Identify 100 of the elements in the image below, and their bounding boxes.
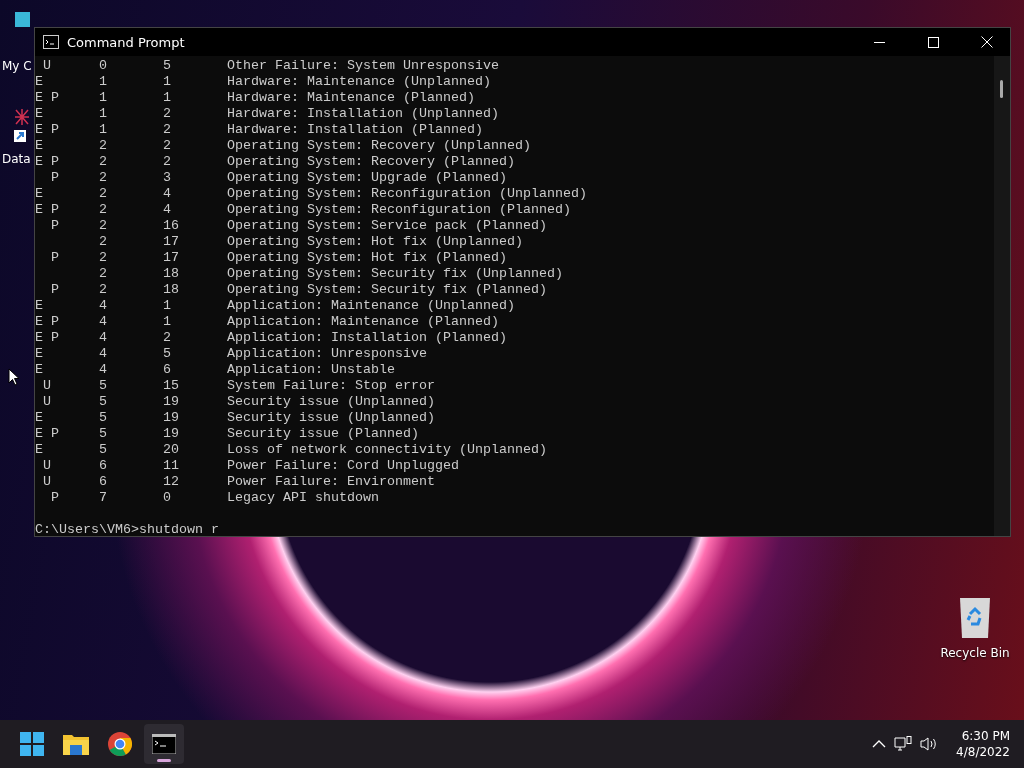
flags-text: E — [35, 362, 44, 378]
flags-text: U — [42, 458, 52, 474]
shortcut-arrow-icon — [14, 130, 26, 142]
major-code: 2 — [99, 218, 108, 234]
reason-text: Operating System: Reconfiguration (Unplanned) — [227, 186, 587, 202]
minor-code: 2 — [163, 154, 172, 170]
flags-text: E — [35, 410, 44, 426]
minor-code: 18 — [163, 266, 180, 282]
minor-code: 16 — [163, 218, 180, 234]
minor-code: 6 — [163, 362, 172, 378]
minor-code: 19 — [163, 426, 180, 442]
reason-text: Loss of network connectivity (Unplanned) — [227, 442, 547, 458]
minor-code: 15 — [163, 378, 180, 394]
reason-text: Hardware: Installation (Planned) — [227, 122, 483, 138]
reason-text: Operating System: Recovery (Planned) — [227, 154, 515, 170]
major-code: 2 — [99, 202, 108, 218]
folder-icon — [63, 733, 89, 755]
reason-text: Hardware: Installation (Unplanned) — [227, 106, 499, 122]
flags-text: U — [42, 58, 52, 74]
reason-text: Application: Maintenance (Planned) — [227, 314, 499, 330]
minor-code: 1 — [163, 298, 172, 314]
clock-time: 6:30 PM — [961, 729, 1010, 743]
windows-logo-icon — [20, 732, 44, 756]
major-code: 4 — [99, 314, 108, 330]
major-code: 5 — [99, 394, 108, 410]
reason-text: Other Failure: System Unresponsive — [227, 58, 499, 74]
flags-text: E — [35, 186, 44, 202]
minor-code: 12 — [163, 474, 180, 490]
reason-text: Operating System: Security fix (Planned) — [227, 282, 547, 298]
major-code: 2 — [99, 234, 108, 250]
major-code: 4 — [99, 362, 108, 378]
clock-date: 4/8/2022 — [956, 745, 1010, 759]
flags-text: E P — [35, 202, 60, 218]
reason-text: Power Failure: Environment — [227, 474, 435, 490]
minor-code: 11 — [163, 458, 180, 474]
flags-text: P — [50, 250, 60, 266]
desktop-icon-label[interactable]: My C — [2, 59, 32, 73]
command-line[interactable]: C:\Users\VM6>shutdown r — [35, 522, 994, 536]
close-icon — [981, 36, 993, 48]
reason-text: Application: Maintenance (Unplanned) — [227, 298, 515, 314]
speaker-icon[interactable] — [920, 736, 939, 752]
reason-text: Operating System: Hot fix (Unplanned) — [227, 234, 523, 250]
desktop-icon-label[interactable]: Data — [2, 152, 31, 166]
minimize-icon — [873, 41, 885, 43]
reason-text: Operating System: Reconfiguration (Planned) — [227, 202, 571, 218]
minor-code: 2 — [163, 330, 172, 346]
minor-code: 19 — [163, 410, 180, 426]
major-code: 2 — [99, 282, 108, 298]
network-icon[interactable] — [894, 736, 913, 752]
reason-text: Application: Unstable — [227, 362, 395, 378]
flags-text: E — [35, 442, 44, 458]
recycle-bin-icon[interactable] — [958, 596, 992, 638]
window-title: Command Prompt — [67, 34, 186, 50]
reason-text: Operating System: Security fix (Unplanned) — [227, 266, 563, 282]
browser-icon — [108, 732, 132, 756]
flags-text: U — [42, 378, 52, 394]
flags-text: P — [50, 282, 60, 298]
major-code: 5 — [99, 426, 108, 442]
major-code: 2 — [99, 138, 108, 154]
minor-code: 17 — [163, 234, 180, 250]
major-code: 6 — [99, 458, 108, 474]
flags-text: E P — [35, 122, 60, 138]
chevron-up-icon[interactable] — [872, 740, 887, 748]
minor-code: 20 — [163, 442, 180, 458]
minor-code: 2 — [163, 122, 172, 138]
major-code: 4 — [99, 298, 108, 314]
reason-text: Legacy API shutdown — [227, 490, 379, 506]
major-code: 2 — [99, 186, 108, 202]
minor-code: 17 — [163, 250, 180, 266]
minor-code: 18 — [163, 282, 180, 298]
major-code: 7 — [99, 490, 108, 506]
desktop-icon-label[interactable]: Recycle Bin — [940, 646, 1010, 660]
major-code: 5 — [99, 410, 108, 426]
taskbar-app-button[interactable] — [144, 724, 184, 764]
reason-text: Operating System: Service pack (Planned) — [227, 218, 547, 234]
flags-text: E P — [35, 314, 60, 330]
reason-text: Operating System: Upgrade (Planned) — [227, 170, 507, 186]
scrollbar-thumb[interactable] — [1000, 80, 1003, 98]
major-code: 1 — [99, 122, 108, 138]
minor-code: 2 — [163, 106, 172, 122]
flags-text: E P — [35, 426, 60, 442]
reason-text: Operating System: Recovery (Unplanned) — [227, 138, 531, 154]
terminal-icon — [152, 734, 176, 754]
minor-code: 1 — [163, 90, 172, 106]
minor-code: 0 — [163, 490, 172, 506]
flags-text: P — [50, 218, 60, 234]
major-code: 4 — [99, 346, 108, 362]
major-code: 2 — [99, 266, 108, 282]
maximize-icon — [927, 36, 939, 48]
minor-code: 19 — [163, 394, 180, 410]
minor-code: 1 — [163, 314, 172, 330]
scrollbar[interactable] — [994, 56, 1010, 536]
reason-text: Hardware: Maintenance (Unplanned) — [227, 74, 491, 90]
reason-text: Application: Unresponsive — [227, 346, 427, 362]
flags-text: E P — [35, 90, 60, 106]
network-graph-icon — [14, 108, 30, 126]
major-code: 6 — [99, 474, 108, 490]
minor-code: 1 — [163, 74, 172, 90]
flags-text: E — [35, 138, 44, 154]
clock[interactable]: 6:30 PM 4/8/2022 — [946, 729, 1014, 759]
